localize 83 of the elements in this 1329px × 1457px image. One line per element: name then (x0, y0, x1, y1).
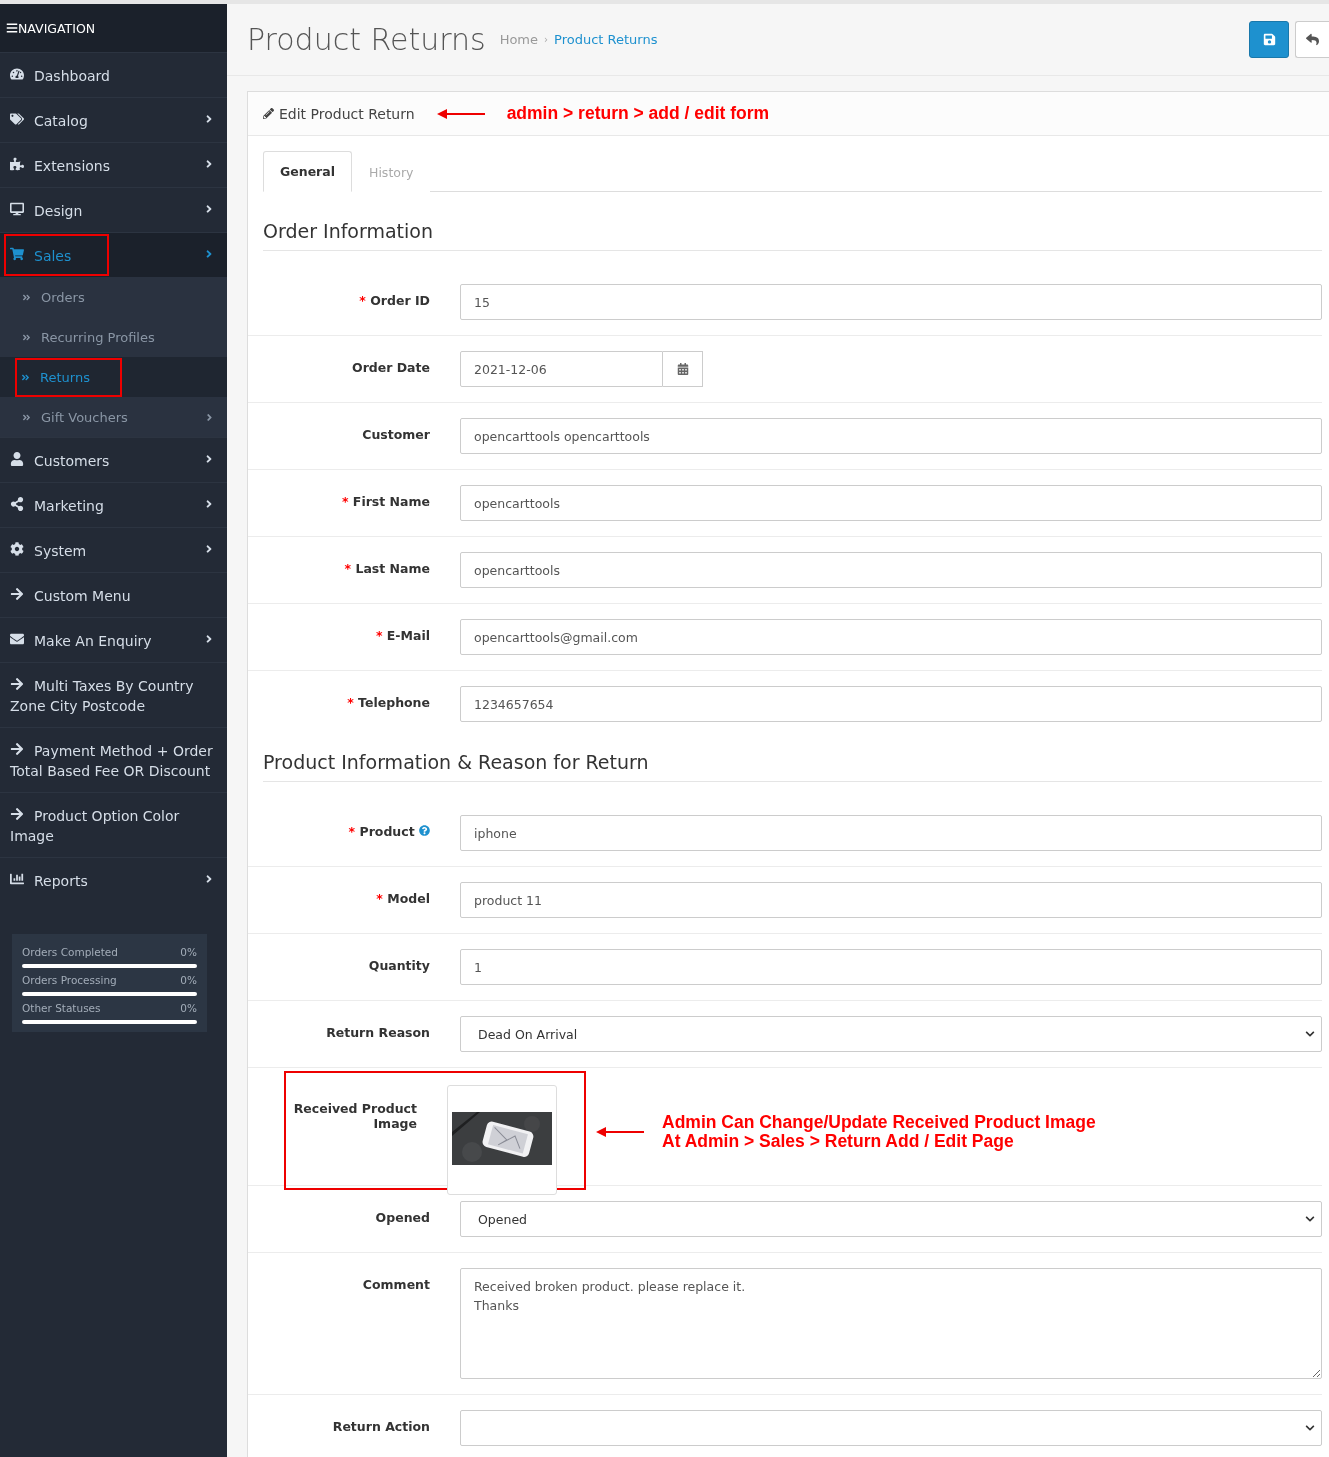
text-field[interactable]: opencarttools (460, 552, 1322, 588)
gear-icon (10, 542, 24, 556)
field-label: Return Action (331, 1418, 430, 1434)
field-label: * Model (375, 890, 430, 906)
field-label: Order Date (351, 359, 430, 375)
stat-value: 0% (180, 1002, 197, 1014)
select-field[interactable]: Dead On Arrival (460, 1016, 1322, 1052)
caret-icon (1305, 1029, 1315, 1039)
calendar-button[interactable] (663, 351, 703, 387)
date-field[interactable]: 2021-12-06 (460, 351, 663, 387)
section-title: Order Information (263, 220, 1322, 251)
arrow-icon (10, 677, 24, 691)
chevron-icon (204, 411, 215, 423)
arrow-icon (10, 742, 24, 756)
envelope-icon (10, 632, 24, 646)
menu-icon[interactable] (6, 22, 18, 34)
nav-subitem[interactable]: Orders (0, 277, 227, 317)
double-chevron-icon (22, 292, 31, 302)
text-field[interactable]: opencarttools@gmail.com (460, 619, 1322, 655)
calendar-icon (676, 363, 689, 375)
navigation-title: NAVIGATION (18, 20, 96, 36)
stat-value: 0% (180, 974, 197, 986)
user-icon (10, 452, 24, 466)
stat-value: 0% (180, 946, 197, 958)
field-label: * First Name (340, 493, 430, 509)
save-button[interactable] (1249, 21, 1289, 58)
double-chevron-icon (21, 372, 30, 382)
arrow-icon (436, 108, 485, 119)
caret-icon (1305, 1423, 1315, 1433)
share-icon (10, 497, 24, 511)
select-field[interactable] (460, 1410, 1322, 1446)
section-title: Product Information & Reason for Return (263, 751, 1322, 782)
nav-subitem[interactable]: Recurring Profiles (0, 317, 227, 357)
bar-chart-icon (10, 872, 24, 886)
text-field[interactable]: opencarttools (460, 485, 1322, 521)
field-label: * Order ID (358, 292, 430, 308)
field-label: Quantity (367, 957, 430, 973)
text-field[interactable]: iphone (460, 815, 1322, 851)
save-icon (1262, 33, 1276, 46)
help-icon[interactable] (419, 825, 430, 836)
arrow-icon (10, 807, 24, 821)
field-label: * Telephone (346, 694, 430, 710)
field-label: Customer (361, 426, 430, 442)
text-field[interactable]: 15 (460, 284, 1322, 320)
puzzle-icon (10, 157, 24, 171)
gauge-icon (10, 67, 24, 81)
nav-subitem[interactable]: Gift Vouchers (0, 397, 227, 437)
arrow-icon (596, 1127, 644, 1137)
nav-item[interactable]: Sales (0, 232, 227, 277)
cart-icon (10, 247, 24, 261)
field-label: Comment (361, 1276, 430, 1292)
text-field[interactable]: product 11 (460, 882, 1322, 918)
text-field[interactable]: 1234657654 (460, 686, 1322, 722)
breadcrumb-separator: › (544, 34, 548, 45)
field-label: Received Product Image (292, 1100, 417, 1133)
monitor-icon (10, 202, 24, 216)
annotation-text: Admin Can Change/Update Received Product Image At Admin > Sales > Return Add / Edit Page (662, 1113, 1096, 1151)
page-title: Product Returns (247, 22, 486, 57)
tab[interactable]: General (263, 151, 352, 192)
text-field[interactable]: opencarttools opencarttools (460, 418, 1322, 454)
pencil-icon (263, 108, 274, 119)
field-label: * E-Mail (374, 627, 430, 643)
text-field[interactable]: 1 (460, 949, 1322, 985)
arrow-icon (10, 587, 24, 601)
field-label: Return Reason (325, 1024, 430, 1040)
annotation-text: admin > return > add / edit form (506, 104, 770, 123)
double-chevron-icon (22, 332, 31, 342)
reply-icon (1306, 33, 1319, 46)
field-label: * Product (248, 815, 430, 839)
field-label: Opened (374, 1209, 430, 1225)
panel-title: Edit Product Return (279, 105, 415, 122)
stat-label: Orders Completed (22, 946, 118, 958)
back-button[interactable] (1295, 21, 1329, 58)
double-chevron-icon (22, 412, 31, 422)
select-field[interactable]: Opened (460, 1201, 1322, 1237)
field-label: * Last Name (343, 560, 430, 576)
nav-subitem[interactable]: Returns (0, 357, 227, 397)
stat-label: Other Statuses (22, 1002, 101, 1014)
tags-icon (10, 112, 24, 126)
image-thumbnail[interactable] (447, 1085, 557, 1195)
comment-field[interactable]: Received broken product. please replace it. Thanks (460, 1268, 1322, 1379)
caret-icon (1305, 1214, 1315, 1224)
stat-label: Orders Processing (22, 974, 117, 986)
